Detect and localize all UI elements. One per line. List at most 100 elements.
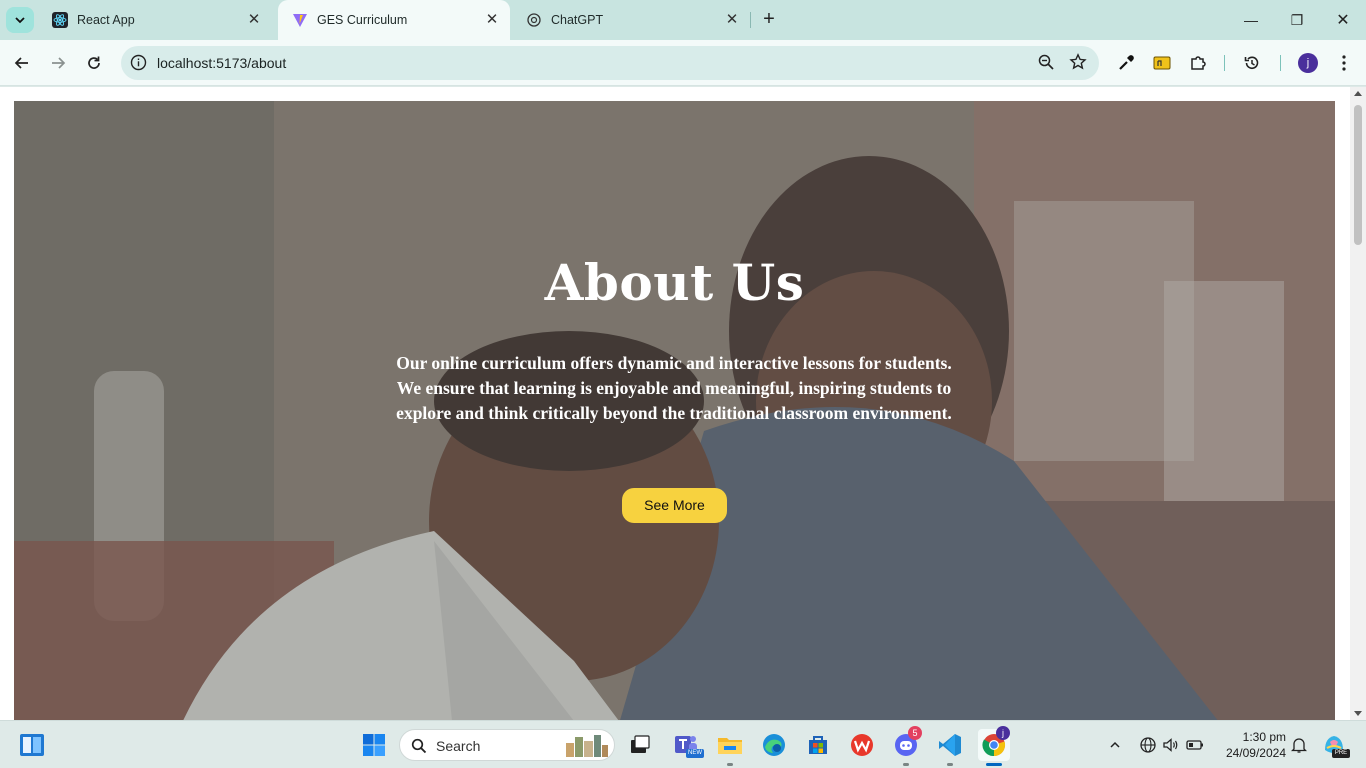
teams-app-button[interactable]: NEW	[670, 729, 704, 761]
forward-button[interactable]	[44, 49, 72, 77]
discord-app-button[interactable]: 5	[890, 726, 922, 761]
tab-label: GES Curriculum	[317, 13, 408, 27]
url-text: localhost:5173/about	[157, 55, 287, 71]
react-icon	[52, 12, 68, 28]
battery-icon	[1186, 740, 1203, 750]
site-info-icon[interactable]	[130, 54, 147, 76]
clock-time: 1:30 pm	[1242, 730, 1286, 744]
system-clock[interactable]: 1:30 pm 24/09/2024	[1216, 729, 1286, 761]
page-scrollbar[interactable]	[1350, 87, 1366, 720]
tab-search-button[interactable]	[6, 7, 34, 33]
folder-icon	[718, 738, 742, 754]
close-tab-icon[interactable]: ✕	[724, 12, 740, 28]
chrome-profile-badge: j	[996, 726, 1010, 740]
clock-date: 24/09/2024	[1225, 746, 1286, 760]
close-tab-icon[interactable]: ✕	[484, 12, 500, 28]
copilot-button[interactable]: PRE	[1318, 729, 1350, 761]
page-viewport: About Us Our online curriculum offers dy…	[0, 87, 1350, 720]
history-button[interactable]	[1238, 49, 1266, 77]
preview-badge: PRE	[1332, 749, 1350, 758]
about-hero-section: About Us Our online curriculum offers dy…	[14, 101, 1335, 720]
windows-logo-icon	[363, 734, 385, 756]
show-hidden-icons-button[interactable]	[1100, 729, 1130, 761]
running-indicator	[727, 763, 733, 766]
profile-avatar[interactable]: j	[1298, 53, 1318, 73]
folder-extension-button[interactable]	[1148, 49, 1176, 77]
new-tab-button[interactable]: +	[757, 8, 781, 32]
store-icon	[809, 736, 827, 754]
wps-office-button[interactable]	[846, 729, 878, 761]
edge-icon	[763, 734, 785, 756]
globe-icon	[1140, 737, 1156, 753]
browser-toolbar: localhost:5173/about	[0, 40, 1366, 86]
tab-divider	[750, 12, 751, 28]
page-title: About Us	[544, 253, 805, 312]
tab-ges-curriculum[interactable]: GES Curriculum ✕	[278, 0, 510, 40]
maximize-button[interactable]: ❐	[1274, 0, 1320, 40]
task-view-button[interactable]	[624, 729, 656, 761]
scroll-up-icon[interactable]	[1354, 91, 1362, 96]
reload-button[interactable]	[80, 49, 108, 77]
more-vertical-icon	[1342, 55, 1346, 71]
chevron-down-icon	[15, 17, 25, 24]
zoom-icon[interactable]	[1037, 53, 1055, 76]
search-highlight-icon	[566, 735, 608, 757]
active-app-indicator	[986, 763, 1002, 766]
vscode-app-button[interactable]	[934, 729, 966, 761]
history-icon	[1244, 56, 1259, 70]
back-button[interactable]	[8, 49, 36, 77]
start-button[interactable]	[358, 729, 390, 761]
close-window-button[interactable]: ✕	[1320, 0, 1366, 40]
running-indicator	[903, 763, 909, 766]
widgets-button[interactable]	[16, 729, 48, 761]
network-status-button[interactable]	[1136, 729, 1160, 761]
search-placeholder: Search	[436, 738, 481, 754]
vscode-icon	[939, 734, 961, 756]
bell-icon	[1291, 738, 1307, 753]
chatgpt-icon	[526, 12, 542, 28]
search-icon	[411, 738, 427, 754]
arrow-right-icon	[52, 57, 66, 69]
hero-description: Our online curriculum offers dynamic and…	[396, 353, 952, 423]
running-indicator	[947, 763, 953, 766]
puzzle-icon	[1191, 56, 1206, 70]
taskbar-search-box[interactable]: Search	[399, 729, 615, 761]
scroll-down-icon[interactable]	[1354, 711, 1362, 716]
toolbar-separator	[1224, 55, 1225, 71]
microsoft-store-button[interactable]	[802, 729, 834, 761]
toolbar-separator	[1280, 55, 1281, 71]
tab-chatgpt[interactable]: ChatGPT ✕	[514, 0, 750, 40]
chevron-up-icon	[1110, 741, 1120, 748]
reload-icon	[88, 56, 100, 69]
minimize-button[interactable]: —	[1228, 0, 1274, 40]
see-more-button[interactable]: See More	[622, 488, 727, 523]
eyedropper-extension-button[interactable]	[1112, 49, 1140, 77]
address-bar[interactable]: localhost:5173/about	[121, 46, 1099, 80]
file-explorer-button[interactable]	[714, 729, 746, 761]
tab-label: ChatGPT	[551, 13, 604, 27]
arrow-left-icon	[14, 57, 28, 69]
volume-button[interactable]	[1160, 729, 1182, 761]
edge-app-button[interactable]	[758, 729, 790, 761]
scrollbar-thumb[interactable]	[1354, 105, 1362, 245]
teams-new-badge: NEW	[686, 749, 704, 758]
wps-icon	[851, 734, 873, 756]
tab-strip: React App ✕ GES Curriculum ✕ ChatGPT ✕ +…	[0, 0, 1366, 40]
vite-icon	[292, 12, 308, 28]
windows-taskbar: Search NEW 5 j 1:30 pm 24/09/2024 PRE	[0, 720, 1366, 768]
eyedropper-icon	[1119, 55, 1134, 70]
notifications-button[interactable]	[1288, 729, 1310, 761]
task-view-icon	[631, 735, 650, 753]
tab-label: React App	[77, 13, 135, 27]
widgets-icon	[20, 734, 44, 756]
notification-count-badge: 5	[908, 726, 922, 740]
extension-folder-icon	[1153, 56, 1171, 70]
bookmark-star-icon[interactable]	[1069, 53, 1087, 76]
tab-react-app[interactable]: React App ✕	[40, 0, 272, 40]
extensions-button[interactable]	[1184, 49, 1212, 77]
speaker-icon	[1163, 738, 1178, 752]
battery-button[interactable]	[1184, 729, 1206, 761]
chrome-app-button[interactable]: j	[978, 726, 1010, 761]
browser-menu-button[interactable]	[1330, 49, 1358, 77]
close-tab-icon[interactable]: ✕	[246, 12, 262, 28]
